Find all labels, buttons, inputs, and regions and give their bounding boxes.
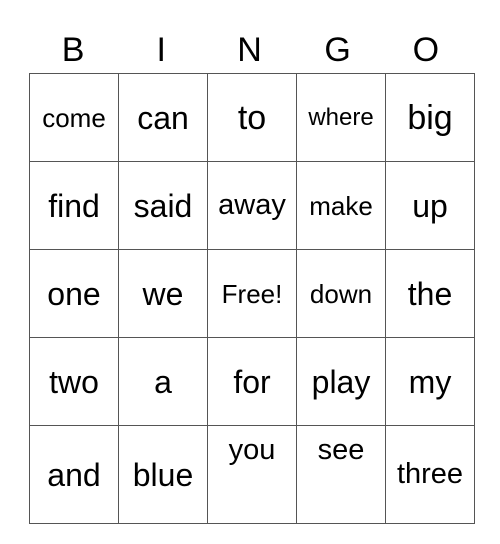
bingo-cell[interactable]: blue xyxy=(118,425,208,524)
bingo-header: B I N G O xyxy=(29,28,471,72)
header-letter-g: G xyxy=(324,31,351,69)
bingo-cell[interactable]: we xyxy=(118,249,208,338)
bingo-cell[interactable]: can xyxy=(118,73,208,162)
bingo-cell[interactable]: and xyxy=(29,425,119,524)
grid-row: come can to where big xyxy=(29,73,475,162)
bingo-cell[interactable]: come xyxy=(29,73,119,162)
grid-row: two a for play my xyxy=(29,337,475,426)
header-letter-i: I xyxy=(156,31,166,69)
bingo-cell[interactable]: make xyxy=(296,161,386,250)
bingo-cell[interactable]: my xyxy=(385,337,475,426)
grid-row: find said away make up xyxy=(29,161,475,250)
header-letter-b: B xyxy=(61,31,85,69)
bingo-cell[interactable]: three xyxy=(385,425,475,524)
bingo-cell[interactable]: where xyxy=(296,73,386,162)
bingo-cell[interactable]: one xyxy=(29,249,119,338)
grid-row: and blue you see three xyxy=(29,425,475,524)
bingo-cell[interactable]: for xyxy=(207,337,297,426)
bingo-cell[interactable]: to xyxy=(207,73,297,162)
bingo-cell[interactable]: see xyxy=(296,425,386,524)
bingo-cell[interactable]: play xyxy=(296,337,386,426)
bingo-cell[interactable]: big xyxy=(385,73,475,162)
grid-row: one we Free! down the xyxy=(29,249,475,338)
bingo-cell[interactable]: away xyxy=(207,161,297,250)
bingo-cell[interactable]: a xyxy=(118,337,208,426)
bingo-cell[interactable]: you xyxy=(207,425,297,524)
free-space-cell[interactable]: Free! xyxy=(207,249,297,338)
header-letter-o: O xyxy=(412,31,440,69)
bingo-cell[interactable]: find xyxy=(29,161,119,250)
bingo-cell[interactable]: down xyxy=(296,249,386,338)
bingo-cell[interactable]: up xyxy=(385,161,475,250)
header-letter-n: N xyxy=(237,31,262,69)
bingo-grid: come can to where big find said away mak… xyxy=(29,73,475,524)
bingo-cell[interactable]: the xyxy=(385,249,475,338)
bingo-cell[interactable]: two xyxy=(29,337,119,426)
bingo-cell[interactable]: said xyxy=(118,161,208,250)
